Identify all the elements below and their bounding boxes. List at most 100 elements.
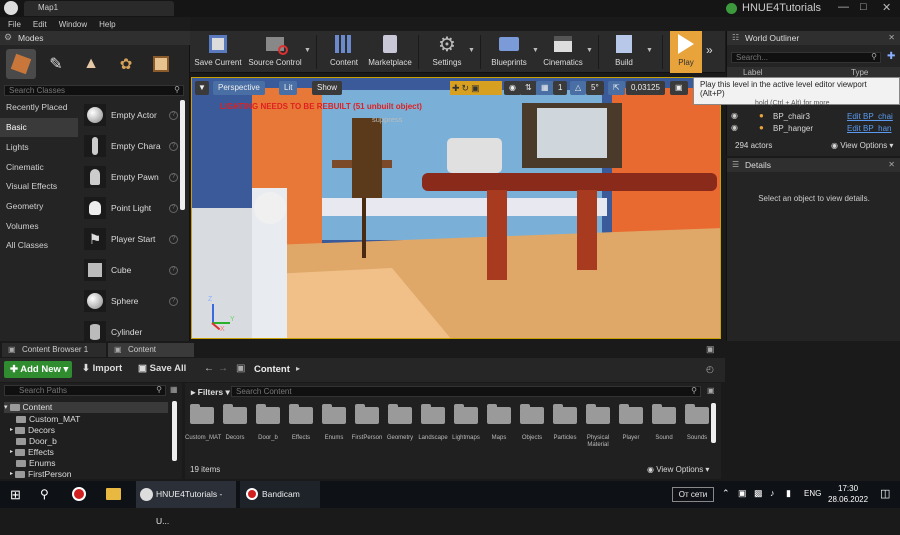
network-icon[interactable]: ▩ <box>754 488 763 499</box>
save-search-icon[interactable]: ▣ <box>707 386 715 395</box>
blueprints-button[interactable]: Blueprints <box>486 33 532 73</box>
tree-item-content[interactable]: ▾ Content <box>4 402 168 413</box>
settings-dropdown-icon[interactable]: ▼ <box>468 47 475 54</box>
place-item-sphere[interactable]: Sphere? <box>82 286 178 316</box>
map-tab[interactable]: Map1 <box>24 1 174 16</box>
show-button[interactable]: Show <box>312 81 343 95</box>
outliner-row[interactable]: ◉ ● BP_hanger Edit BP_han <box>727 123 900 135</box>
category-lights[interactable]: Lights <box>0 138 78 157</box>
asset-folder[interactable]: Landscape <box>416 404 449 442</box>
file-explorer-icon[interactable] <box>106 488 121 500</box>
clock-time[interactable]: 17:30 <box>838 484 858 493</box>
menu-help[interactable]: Help <box>99 20 115 29</box>
asset-folder[interactable]: Physical Material <box>581 404 614 449</box>
tree-scrollbar[interactable] <box>172 401 177 461</box>
category-volumes[interactable]: Volumes <box>0 217 78 236</box>
viewport-options-button[interactable]: ▼ <box>195 81 209 95</box>
asset-folder[interactable]: Enums <box>317 404 350 442</box>
play-button[interactable]: Play <box>670 31 702 73</box>
category-geometry[interactable]: Geometry <box>0 197 78 216</box>
asset-folder[interactable]: Door_b <box>251 404 284 442</box>
panel-close-icon[interactable]: ✕ <box>888 158 895 172</box>
asset-folder[interactable]: Lightmaps <box>449 404 482 442</box>
help-icon[interactable]: ? <box>169 234 178 244</box>
path-content-crumb[interactable]: Content <box>254 364 290 375</box>
place-item-empty-pawn[interactable]: Empty Pawn? <box>82 162 178 192</box>
category-recently-placed[interactable]: Recently Placed <box>0 98 78 117</box>
outliner-view-options[interactable]: ◉ View Options ▾ <box>831 141 893 150</box>
toolbar-overflow-icon[interactable]: » <box>706 43 713 57</box>
place-item-empty-character[interactable]: Empty Chara? <box>82 131 178 161</box>
foliage-mode-tab[interactable]: ✿ <box>111 49 141 79</box>
col-type[interactable]: Type <box>851 68 868 77</box>
cinematics-dropdown-icon[interactable]: ▼ <box>586 47 593 54</box>
clock-date[interactable]: 28.06.2022 <box>828 495 868 504</box>
view-settings-icon[interactable]: ▦ <box>170 385 178 394</box>
tray-app-icon[interactable]: ▣ <box>738 488 747 499</box>
asset-folder[interactable]: Decors <box>218 404 251 442</box>
settings-button[interactable]: ⚙ Settings <box>428 33 466 73</box>
level-viewport[interactable]: ▼ Perspective Lit Show LIGHTING NEEDS TO… <box>191 77 721 339</box>
place-item-point-light[interactable]: Point Light? <box>82 193 178 223</box>
expand-arrow-icon[interactable]: ▸ <box>10 425 13 436</box>
source-control-button[interactable]: Source Control <box>246 33 304 73</box>
scale-snap-button[interactable]: ⇱ <box>608 81 625 95</box>
history-icon[interactable]: ◴ <box>706 364 714 375</box>
blueprints-dropdown-icon[interactable]: ▼ <box>532 47 539 54</box>
asset-folder[interactable]: Maps <box>482 404 515 442</box>
taskbar-app-bandicam[interactable]: Bandicam <box>240 481 320 508</box>
help-icon[interactable]: ? <box>169 265 178 275</box>
scale-icon[interactable]: ▣ <box>471 83 480 94</box>
add-new-button[interactable]: ✚ Add New ▾ <box>4 361 72 378</box>
tree-item-decors[interactable]: ▸ Decors <box>10 425 55 436</box>
asset-folder[interactable]: Player <box>614 404 647 442</box>
search-content-input[interactable]: Search Content ⚲ <box>231 386 701 397</box>
tab-content-browser-1[interactable]: ▣ Content Browser 1 <box>2 343 106 357</box>
landscape-mode-tab[interactable]: ▲ <box>76 49 106 79</box>
language-indicator[interactable]: ENG <box>804 489 821 498</box>
tree-item-effects[interactable]: ▸ Effects <box>10 447 54 458</box>
warning-suppress-link[interactable]: suppress <box>372 115 402 124</box>
expand-arrow-icon[interactable]: ▸ <box>10 447 13 458</box>
add-filter-icon[interactable]: ✚ <box>887 51 895 62</box>
grid-size-button[interactable]: 1 <box>553 81 568 95</box>
close-icon[interactable]: ✕ <box>882 1 891 14</box>
scale-snap-value[interactable]: 0,03125 <box>626 81 665 95</box>
category-cinematic[interactable]: Cinematic <box>0 158 78 177</box>
outliner-search-input[interactable]: Search... ⚲ <box>731 52 881 63</box>
menu-window[interactable]: Window <box>59 20 87 29</box>
source-control-dropdown-icon[interactable]: ▼ <box>304 47 311 54</box>
lock-icon[interactable]: ▣ <box>706 344 715 355</box>
marketplace-button[interactable]: Marketplace <box>366 33 414 73</box>
maximize-icon[interactable]: □ <box>860 1 867 13</box>
battery-icon[interactable]: ▮ <box>786 488 791 499</box>
edit-blueprint-link[interactable]: Edit BP_chai <box>847 112 893 121</box>
asset-folder[interactable]: Sounds <box>680 404 713 442</box>
notifications-icon[interactable]: ◫ <box>880 487 890 500</box>
back-arrow-icon[interactable]: ← <box>204 363 214 374</box>
asset-folder[interactable]: Effects <box>284 404 317 442</box>
help-icon[interactable]: ? <box>169 141 178 151</box>
rotate-icon[interactable]: ↻ <box>462 83 470 94</box>
bandicam-record-icon[interactable] <box>72 487 86 501</box>
taskbar-app-ue4[interactable]: HNUE4Tutorials - U... <box>136 481 236 526</box>
minimize-icon[interactable]: — <box>838 1 849 13</box>
place-mode-tab[interactable] <box>6 49 36 79</box>
windows-start-icon[interactable]: ⊞ <box>10 487 21 503</box>
rotation-snap-value[interactable]: 5° <box>586 81 604 95</box>
category-basic[interactable]: Basic <box>0 118 78 137</box>
content-button[interactable]: Content <box>326 33 362 73</box>
search-classes-input[interactable]: Search Classes ⚲ <box>4 85 184 96</box>
category-visual-effects[interactable]: Visual Effects <box>0 177 78 196</box>
rotation-snap-button[interactable]: △ <box>570 81 587 95</box>
build-dropdown-icon[interactable]: ▼ <box>646 47 653 54</box>
asset-folder[interactable]: Custom_MAT <box>185 404 221 442</box>
cinematics-button[interactable]: Cinematics <box>540 33 586 73</box>
col-label[interactable]: Label <box>743 68 763 77</box>
surface-snap-button[interactable]: ⇅ <box>520 81 537 95</box>
grid-snap-button[interactable]: ▦ <box>536 81 554 95</box>
outliner-row[interactable]: ◉ ● BP_chair3 Edit BP_chai <box>727 111 900 123</box>
menu-edit[interactable]: Edit <box>33 20 47 29</box>
camera-speed-button[interactable]: ▣ <box>670 81 688 95</box>
help-icon[interactable]: ? <box>169 172 178 182</box>
